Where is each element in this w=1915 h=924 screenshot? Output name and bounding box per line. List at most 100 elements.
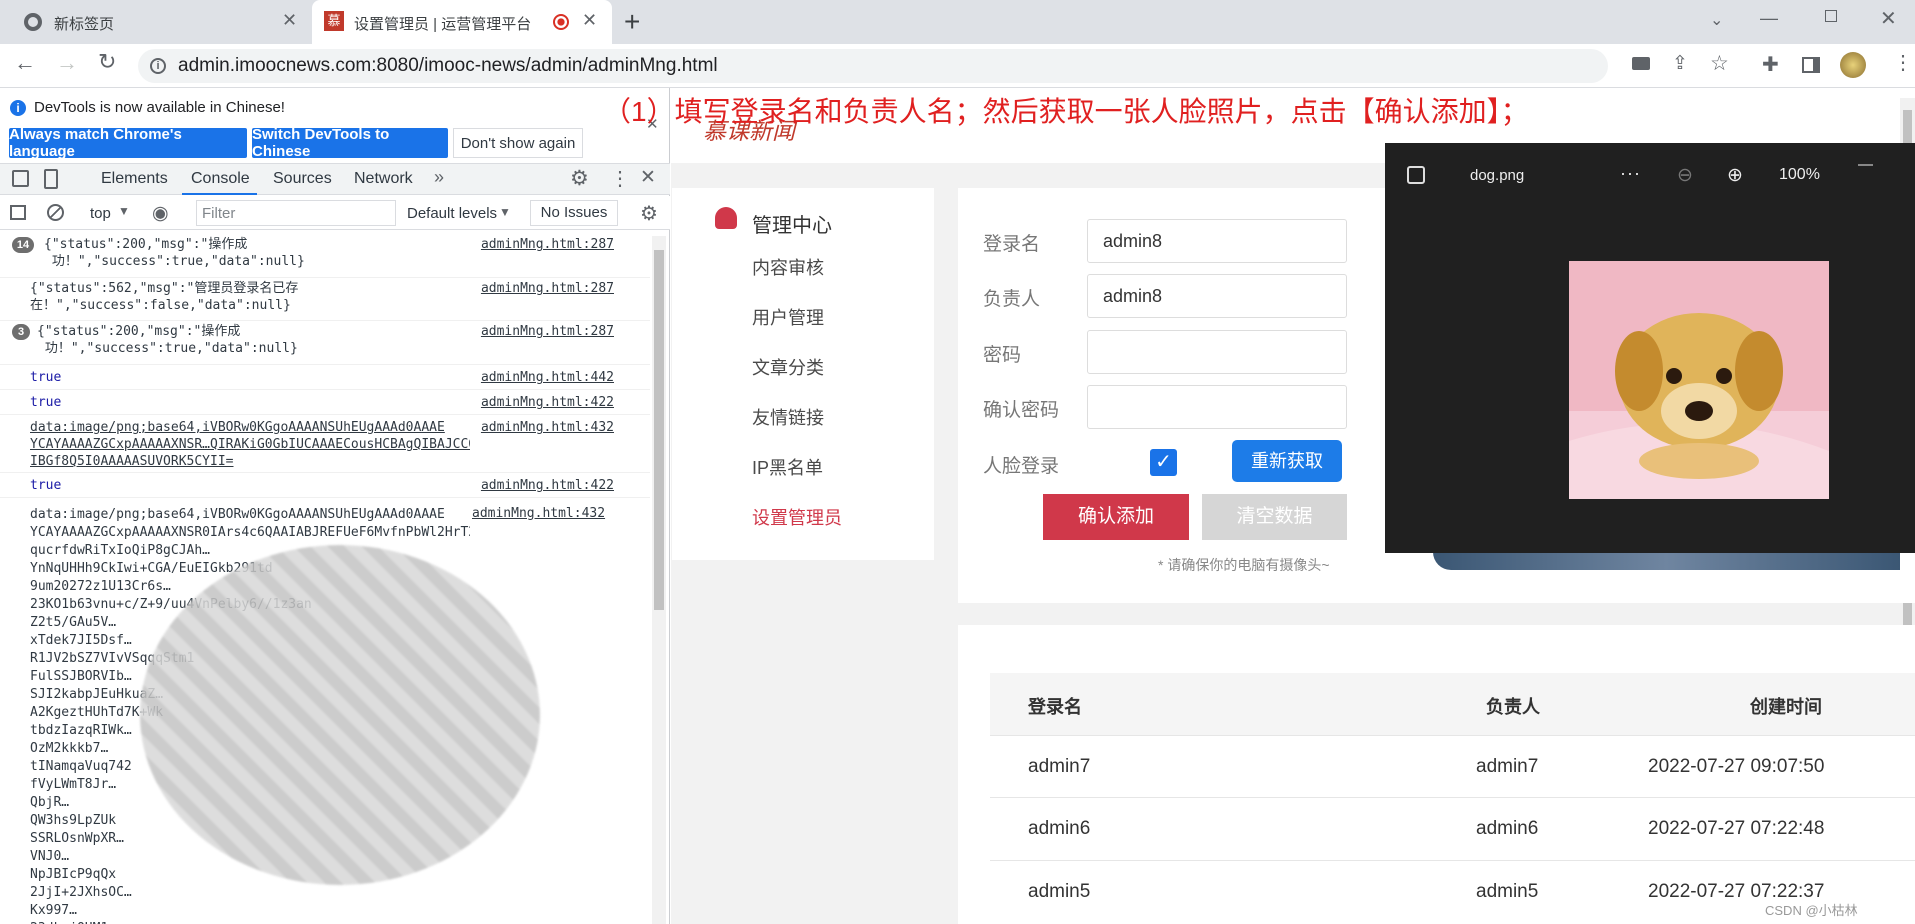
log-source-link[interactable]: adminMng.html:422 (481, 394, 614, 411)
chrome-icon (24, 13, 42, 31)
console-settings-icon[interactable]: ⚙ (640, 201, 658, 226)
refetch-button[interactable]: 重新获取 (1232, 440, 1342, 482)
tab-console[interactable]: Console (191, 170, 250, 188)
confirm-add-button[interactable]: 确认添加 (1043, 494, 1189, 540)
more-tabs-icon[interactable]: » (434, 167, 444, 188)
context-select[interactable]: top (90, 205, 111, 222)
sidebar-toggle-icon[interactable] (10, 205, 26, 220)
zoom-out-icon[interactable]: ⊖ (1677, 164, 1693, 187)
tab-sources[interactable]: Sources (273, 170, 332, 188)
share-icon[interactable]: ⇪ (1672, 52, 1688, 75)
forward-icon[interactable]: → (56, 50, 78, 76)
camera-icon[interactable] (1632, 57, 1650, 70)
puppy-illustration (1569, 261, 1829, 499)
site-info-icon[interactable]: i (150, 58, 166, 74)
minimize-icon[interactable]: — (1760, 8, 1778, 29)
recording-icon (553, 14, 569, 30)
log-source-link[interactable]: adminMng.html:442 (481, 369, 614, 386)
table-cell: admin6 (1028, 818, 1091, 839)
log-source-link[interactable]: adminMng.html:432 (472, 506, 605, 521)
face-login-checkbox[interactable]: ✓ (1150, 449, 1177, 476)
log-source-link[interactable]: adminMng.html:287 (481, 323, 614, 340)
tab-network[interactable]: Network (354, 170, 413, 188)
issues-button[interactable]: No Issues (530, 200, 618, 226)
sidebar-item-content-review[interactable]: 内容审核 (752, 254, 824, 280)
reload-icon[interactable]: ↻ (98, 49, 116, 75)
log-text: {"status":200,"msg":"操作成 功！","success":t… (44, 237, 305, 269)
log-entry: true adminMng.html:422 (0, 473, 650, 498)
log-source-link[interactable]: adminMng.html:432 (481, 419, 614, 436)
instruction-annotation: （1）填写登录名和负责人名；然后获取一张人脸照片，点击【确认添加】； (603, 96, 1529, 127)
close-tab-icon[interactable]: ✕ (582, 10, 597, 31)
repeat-count-badge: 14 (12, 237, 34, 253)
log-source-link[interactable]: adminMng.html:422 (481, 477, 614, 494)
menu-icon[interactable]: ⋮ (1893, 50, 1913, 75)
zoom-in-icon[interactable]: ⊕ (1727, 164, 1743, 187)
extensions-icon[interactable]: ✚ (1762, 52, 1779, 77)
devtools-close-icon[interactable]: ✕ (640, 166, 656, 189)
devtools-menu-icon[interactable]: ⋮ (610, 166, 630, 191)
owner-label: 负责人 (983, 289, 1041, 310)
side-panel-icon[interactable] (1802, 57, 1820, 73)
confirm-password-input[interactable] (1087, 385, 1347, 429)
sidebar-item-set-admin[interactable]: 设置管理员 (752, 504, 842, 530)
tab-strip: 新标签页 ✕ 慕 设置管理员 | 运营管理平台 ✕ + ⌄ — ✕ (0, 0, 1915, 44)
back-icon[interactable]: ← (14, 50, 36, 76)
user-group-icon (715, 207, 737, 229)
bookmark-star-icon[interactable]: ☆ (1710, 51, 1729, 76)
owner-input[interactable]: admin8 (1087, 274, 1347, 318)
table-cell: 2022-07-27 09:07:50 (1648, 756, 1825, 777)
table-cell: 2022-07-27 07:22:48 (1648, 818, 1825, 839)
log-text: {"status":562,"msg":"管理员登录名已存 在！","succe… (30, 281, 299, 313)
sidebar-item-ip-blacklist[interactable]: IP黑名单 (752, 454, 823, 480)
log-text[interactable]: data:image/png;base64,iVBORw0KGgoAAAANSU… (30, 419, 470, 470)
tab-active[interactable]: 慕 设置管理员 | 运营管理平台 ✕ (312, 0, 612, 44)
viewer-minimize-icon[interactable]: — (1858, 156, 1873, 173)
device-toolbar-icon[interactable] (44, 169, 58, 189)
tab-search-icon[interactable]: ⌄ (1710, 10, 1723, 30)
login-input[interactable]: admin8 (1087, 219, 1347, 263)
tab-title: 设置管理员 | 运营管理平台 (354, 16, 532, 33)
viewer-more-button[interactable]: ··· (1620, 163, 1641, 184)
switch-devtools-button[interactable]: Switch DevTools to Chinese (252, 126, 448, 160)
image-icon (1407, 166, 1425, 184)
confirm-password-label: 确认密码 (983, 400, 1060, 421)
console-scrollbar-thumb[interactable] (654, 250, 664, 610)
url-text[interactable]: admin.imoocnews.com:8080/imooc-news/admi… (178, 55, 718, 77)
sidebar-item-user-management[interactable]: 用户管理 (752, 304, 824, 330)
camera-hint-text: * 请确保你的电脑有摄像头~ (1158, 557, 1330, 573)
new-tab-button[interactable]: + (624, 6, 640, 38)
clear-data-button[interactable]: 清空数据 (1202, 494, 1347, 540)
col-login-header: 登录名 (1028, 697, 1082, 717)
inspect-icon[interactable] (12, 170, 29, 187)
tab-newtab[interactable]: 新标签页 ✕ (0, 0, 312, 44)
sidebar-item-friend-links[interactable]: 友情链接 (752, 404, 824, 430)
sidebar-item-article-category[interactable]: 文章分类 (752, 354, 824, 380)
restore-icon[interactable] (1825, 10, 1837, 22)
match-language-button[interactable]: Always match Chrome's language (9, 126, 247, 160)
viewer-filename: dog.png (1470, 167, 1525, 184)
table-cell: admin5 (1476, 881, 1539, 902)
tab-elements[interactable]: Elements (101, 170, 168, 188)
log-source-link[interactable]: adminMng.html:287 (481, 236, 614, 253)
table-cell: admin7 (1476, 756, 1539, 777)
close-tab-icon[interactable]: ✕ (282, 10, 297, 31)
clear-console-icon[interactable] (47, 204, 64, 221)
filter-placeholder: Filter (202, 205, 236, 222)
row-divider (990, 735, 1915, 736)
csdn-watermark: CSDN @小枯林 (1765, 903, 1858, 918)
log-levels-select[interactable]: Default levels (407, 205, 497, 222)
log-source-link[interactable]: adminMng.html:287 (481, 280, 614, 297)
col-created-header: 创建时间 (1750, 697, 1822, 717)
profile-avatar[interactable] (1840, 52, 1866, 78)
live-expression-eye-icon[interactable]: ◉ (152, 202, 169, 225)
settings-gear-icon[interactable]: ⚙ (570, 166, 589, 191)
log-entry: true adminMng.html:422 (0, 390, 650, 415)
login-label: 登录名 (983, 234, 1041, 255)
tab-title: 新标签页 (54, 16, 115, 33)
face-login-label: 人脸登录 (983, 456, 1060, 477)
password-input[interactable] (1087, 330, 1347, 374)
window-close-icon[interactable]: ✕ (1880, 6, 1897, 31)
devtools-banner-text: DevTools is now available in Chinese! (34, 99, 285, 116)
dont-show-again-button[interactable]: Don't show again (453, 128, 583, 158)
